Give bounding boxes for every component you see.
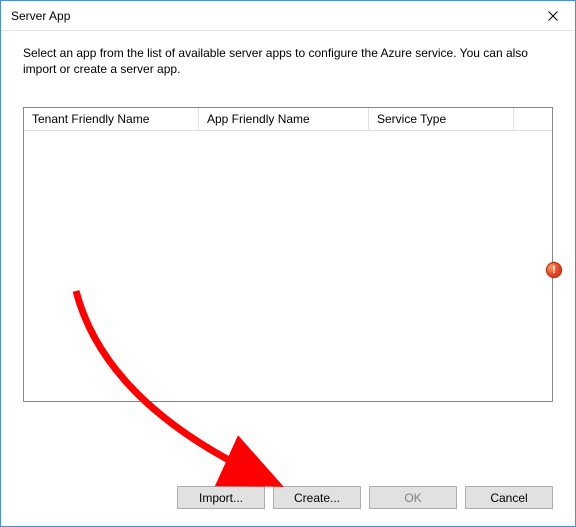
column-spacer [514,108,552,131]
instruction-text: Select an app from the list of available… [23,45,553,77]
create-button[interactable]: Create... [273,486,361,509]
button-row: Import... Create... OK Cancel [177,486,553,509]
ok-button[interactable]: OK [369,486,457,509]
list-body[interactable] [24,132,552,401]
import-button[interactable]: Import... [177,486,265,509]
window-title: Server App [11,9,70,23]
column-service-type[interactable]: Service Type [369,108,514,131]
list-header: Tenant Friendly Name App Friendly Name S… [24,108,552,132]
error-icon[interactable]: ! [546,262,562,278]
close-button[interactable] [530,1,575,30]
column-tenant-name[interactable]: Tenant Friendly Name [24,108,199,131]
app-list[interactable]: Tenant Friendly Name App Friendly Name S… [23,107,553,402]
dialog-window: Server App Select an app from the list o… [0,0,576,527]
list-container: Tenant Friendly Name App Friendly Name S… [23,107,553,402]
dialog-content: Select an app from the list of available… [1,31,575,402]
cancel-button[interactable]: Cancel [465,486,553,509]
titlebar: Server App [1,1,575,31]
close-icon [548,11,558,21]
column-app-name[interactable]: App Friendly Name [199,108,369,131]
